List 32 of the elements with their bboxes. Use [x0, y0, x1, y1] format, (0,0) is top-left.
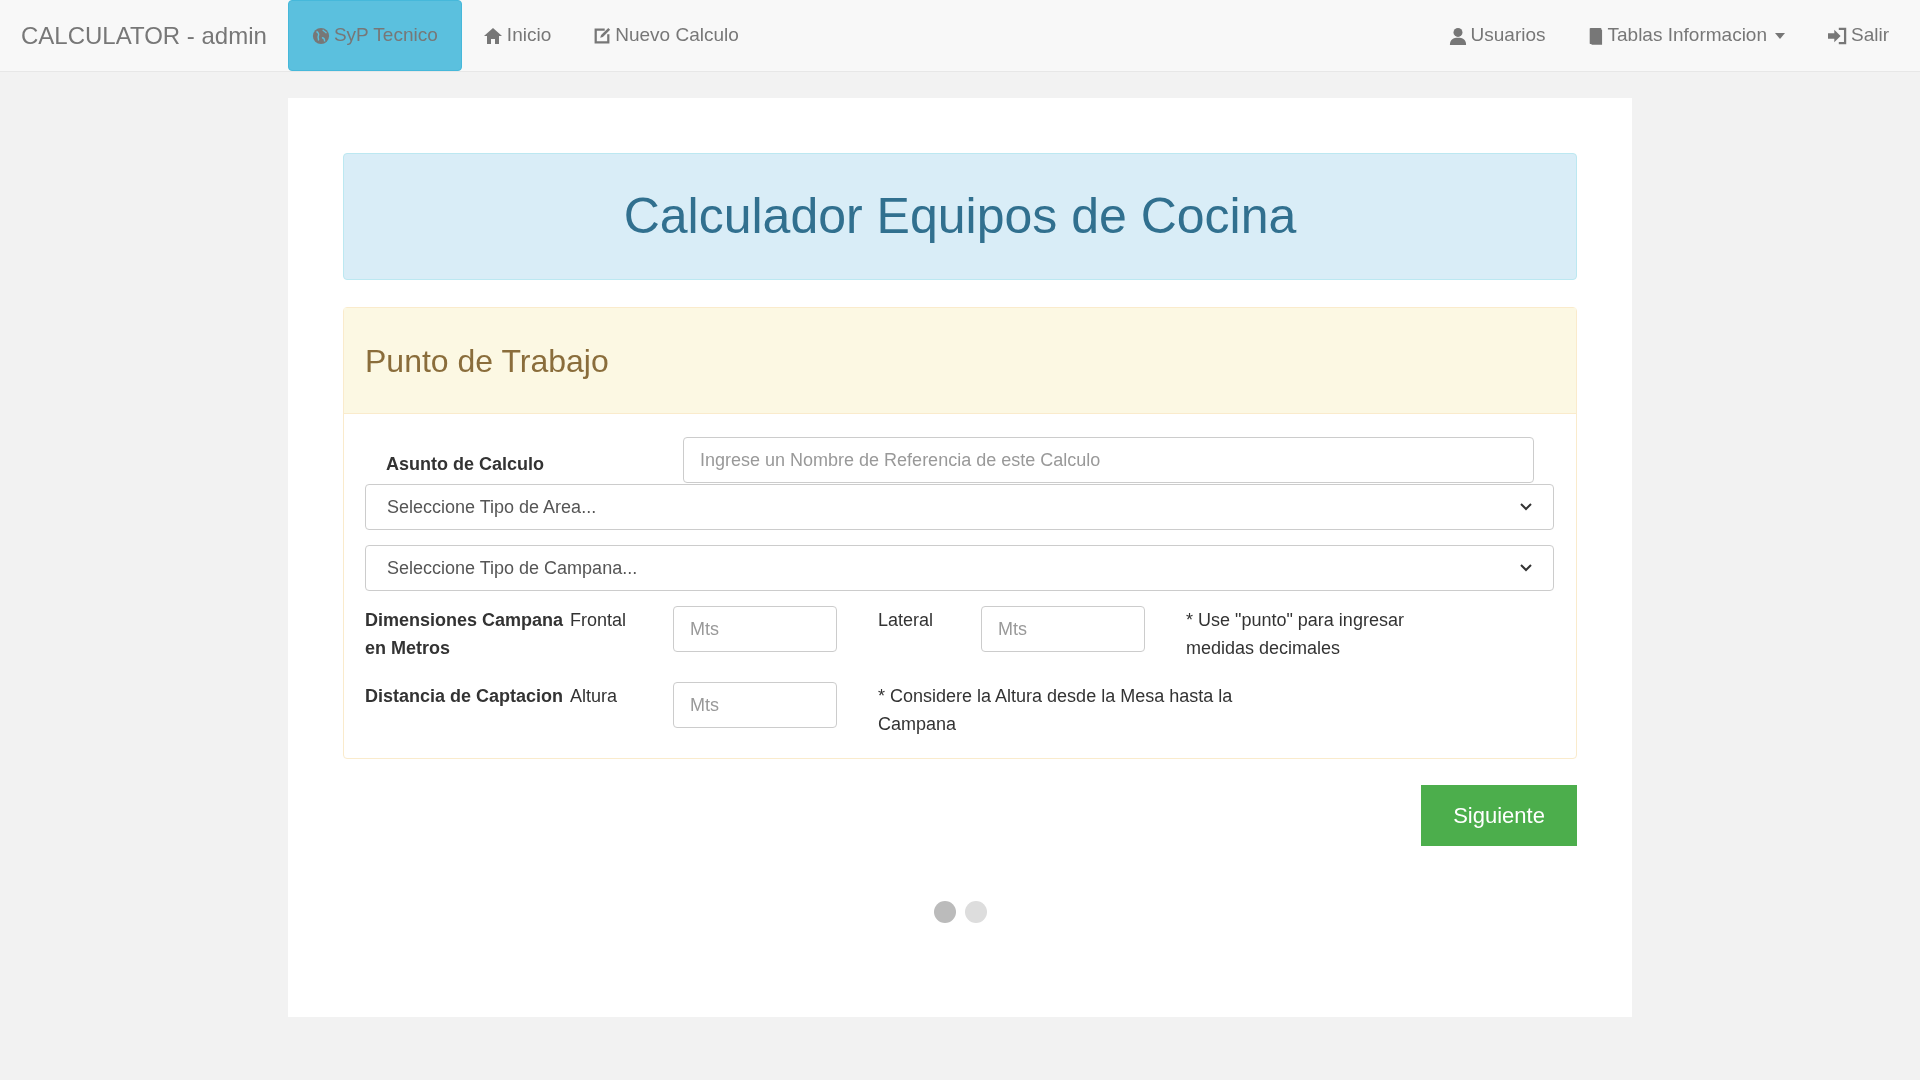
select-dropdown[interactable]: Seleccione Tipo de Campana... [365, 545, 1554, 591]
book-icon [1587, 26, 1604, 45]
measure-input[interactable]: Mts [673, 682, 837, 728]
hint-text: * Use "punto" para ingresar medidas decimales [1186, 609, 1405, 660]
subject-input[interactable]: Ingrese un Nombre de Referencia de este Calculo [683, 437, 1534, 483]
brand-title[interactable]: CALCULATOR - admin [21, 17, 267, 54]
nav-link[interactable]: Usuarios [1427, 0, 1567, 71]
edit-icon [593, 26, 612, 45]
panel-title: Punto de Trabajo [365, 341, 609, 381]
login-icon [1827, 26, 1847, 45]
nav-link[interactable]: Salir [1806, 0, 1910, 71]
measure-input[interactable]: Mts [981, 606, 1145, 652]
field-label: Frontal [570, 609, 628, 632]
field-label: Asunto de Calculo [385, 453, 545, 476]
home-icon [482, 26, 503, 45]
hint-text: * Considere la Altura desde la Mesa hasta la Campana [878, 685, 1234, 736]
field-label: Dimensiones Campana en Metros [365, 609, 565, 660]
field-label: Altura [570, 685, 619, 708]
nav-link[interactable]: Inicio [461, 0, 573, 71]
chevron-icon [1520, 564, 1532, 572]
select-dropdown[interactable]: Seleccione Tipo de Area... [365, 484, 1554, 530]
field-label: Distancia de Captacion [365, 685, 565, 708]
nav-link[interactable]: SyP Tecnico [287, 0, 462, 71]
field-label: Lateral [878, 609, 935, 632]
nav-link[interactable]: Tablas Informacion [1566, 0, 1806, 71]
globe-icon [311, 26, 330, 45]
measure-input[interactable]: Mts [673, 606, 837, 652]
chevron-icon [1520, 503, 1532, 511]
next-button[interactable]: Siguiente [1421, 785, 1577, 846]
nav-link[interactable]: Nuevo Calculo [572, 0, 760, 71]
user-icon [1448, 26, 1467, 45]
page-title: Calculador Equipos de Cocina [623, 187, 1297, 246]
